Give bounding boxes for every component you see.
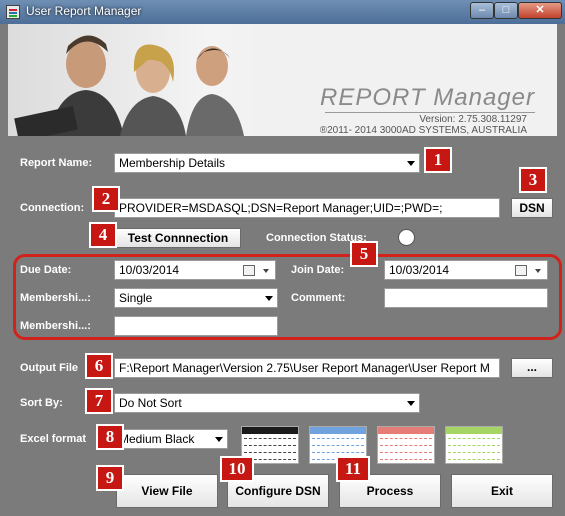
report-name-dropdown[interactable]: Membership Details: [114, 153, 420, 173]
membership-status-input[interactable]: [114, 316, 278, 336]
callout-badge: 3: [519, 167, 547, 193]
membership-type-value: Single: [119, 291, 153, 305]
due-date-label: Due Date:: [20, 264, 72, 276]
close-button[interactable]: ✕: [518, 2, 562, 19]
due-date-value: 10/03/2014: [119, 263, 180, 277]
callout-badge: 2: [92, 186, 120, 212]
banner-photo: [8, 24, 258, 136]
brand-title: REPORT Manager: [320, 84, 535, 111]
minimize-button[interactable]: –: [470, 2, 494, 19]
membership-status-label: Membershi...:: [20, 320, 91, 332]
callout-badge: 8: [96, 424, 124, 450]
chevron-down-icon: [535, 269, 541, 273]
swatch-header: [446, 427, 502, 434]
join-date-value: 10/03/2014: [389, 263, 450, 277]
swatch-red[interactable]: [377, 426, 435, 464]
callout-badge: 4: [89, 222, 117, 248]
chevron-down-icon: [265, 296, 273, 301]
callout-badge: 9: [96, 465, 124, 491]
chevron-down-icon: [215, 437, 223, 442]
connection-label: Connection:: [20, 202, 85, 214]
membership-type-label: Membershi...:: [20, 292, 91, 304]
exit-button[interactable]: Exit: [451, 474, 553, 508]
due-date-picker[interactable]: 10/03/2014: [114, 260, 276, 280]
sort-by-dropdown[interactable]: Do Not Sort: [114, 393, 420, 413]
calendar-icon: [243, 265, 255, 276]
callout-badge: 5: [350, 241, 378, 267]
title-bar[interactable]: User Report Manager – □ ✕: [0, 0, 565, 24]
report-name-value: Membership Details: [119, 156, 226, 170]
chevron-down-icon: [407, 161, 415, 166]
output-file-value: F:\Report Manager\Version 2.75\User Repo…: [119, 361, 490, 375]
copyright-text: ®2011- 2014 3000AD SYSTEMS, AUSTRALIA: [319, 125, 527, 136]
join-date-picker[interactable]: 10/03/2014: [384, 260, 548, 280]
membership-type-dropdown[interactable]: Single: [114, 288, 278, 308]
chevron-down-icon: [407, 401, 415, 406]
swatch-header: [310, 427, 366, 434]
report-name-label: Report Name:: [20, 157, 93, 169]
comment-input[interactable]: [384, 288, 548, 308]
excel-format-label: Excel format: [20, 433, 87, 445]
brand-underline: [325, 112, 535, 113]
callout-badge: 6: [85, 353, 113, 379]
connection-input[interactable]: PROVIDER=MSDASQL;DSN=Report Manager;UID=…: [114, 198, 500, 218]
header-banner: REPORT Manager Version: 2.75.308.11297 ®…: [8, 24, 557, 136]
output-file-label: Output File: [20, 362, 79, 374]
dsn-button[interactable]: DSN: [511, 198, 553, 218]
callout-badge: 1: [424, 147, 452, 173]
connection-value: PROVIDER=MSDASQL;DSN=Report Manager;UID=…: [119, 201, 443, 215]
excel-format-dropdown[interactable]: Medium Black: [114, 429, 228, 449]
version-text: Version: 2.75.308.11297: [419, 114, 527, 125]
join-date-label: Join Date:: [291, 264, 345, 276]
view-file-button[interactable]: View File: [116, 474, 218, 508]
app-icon: [6, 5, 20, 19]
test-connection-button[interactable]: Test Connnection: [115, 228, 241, 248]
comment-label: Comment:: [291, 292, 346, 304]
people-illustration: [14, 35, 244, 136]
sort-by-value: Do Not Sort: [119, 396, 182, 410]
maximize-button[interactable]: □: [494, 2, 518, 19]
callout-badge: 10: [220, 456, 254, 482]
sort-by-label: Sort By:: [20, 397, 63, 409]
app-window: User Report Manager – □ ✕ REPORT Manager…: [0, 0, 565, 516]
output-file-input[interactable]: F:\Report Manager\Version 2.75\User Repo…: [114, 358, 500, 378]
connection-status-indicator: [398, 229, 415, 246]
calendar-icon: [515, 265, 527, 276]
callout-badge: 11: [336, 456, 370, 482]
chevron-down-icon: [263, 269, 269, 273]
swatch-header: [378, 427, 434, 434]
swatch-header: [242, 427, 298, 434]
window-title: User Report Manager: [26, 4, 142, 18]
browse-button[interactable]: ...: [511, 358, 553, 378]
excel-format-value: Medium Black: [119, 432, 195, 446]
callout-badge: 7: [85, 388, 113, 414]
swatch-green[interactable]: [445, 426, 503, 464]
